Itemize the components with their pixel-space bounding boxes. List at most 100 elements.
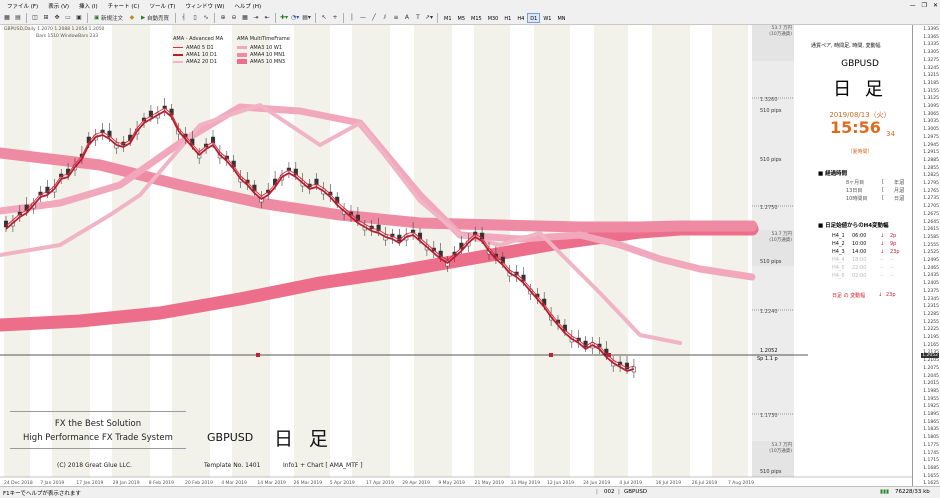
- periods-icon[interactable]: ◔▾: [290, 12, 300, 23]
- mtf-legend-title: AMA MultiTimeFrame: [237, 36, 290, 42]
- menu-item[interactable]: ウィンドウ (W): [180, 2, 229, 10]
- templates-icon[interactable]: ▤▾: [301, 12, 312, 23]
- price-tick: 1.3245: [923, 65, 939, 71]
- indicators-icon[interactable]: ✚▾: [279, 12, 289, 23]
- legend-entry: AMA5 10 MN3: [237, 58, 285, 65]
- timeframe-m30[interactable]: M30: [485, 13, 502, 23]
- price-tick: 1.1655: [923, 473, 939, 479]
- price-tick: 1.3095: [923, 104, 939, 109]
- crosshair-icon[interactable]: +: [330, 12, 340, 23]
- data-window-icon[interactable]: ⊞: [41, 12, 51, 23]
- connection-icon: ▮▮▮: [880, 489, 890, 495]
- profiles-icon[interactable]: ▤: [13, 12, 23, 23]
- new-order-label: 新規注文: [100, 15, 123, 22]
- bar-chart-icon[interactable]: ┤: [179, 12, 189, 23]
- h4-title: ■ 日足始値からのH4変動幅: [818, 223, 889, 229]
- price-tick: 1.1805: [923, 435, 939, 441]
- text-tool-icon[interactable]: A: [402, 12, 412, 23]
- menu-item[interactable]: ツール (T): [145, 2, 181, 10]
- close-icon[interactable]: ✕: [933, 2, 938, 9]
- autoscroll-icon[interactable]: ⇥: [251, 12, 261, 23]
- market-watch-icon[interactable]: ◫: [30, 12, 40, 23]
- line-chart-icon[interactable]: ∿: [201, 12, 211, 23]
- price-tick: 1.2615: [923, 227, 939, 233]
- menu-item[interactable]: ファイル (F): [2, 2, 43, 10]
- timeframe-m15[interactable]: M15: [468, 13, 485, 23]
- timeframe-h1[interactable]: H1: [501, 13, 514, 23]
- arrows-tool-icon[interactable]: ↗▾: [424, 12, 434, 23]
- weekday-band: [52, 25, 90, 477]
- price-tick: 1.3005: [923, 127, 939, 133]
- price-tick: 1.2075: [923, 365, 939, 371]
- weekday-band: [712, 25, 748, 477]
- trendline-icon[interactable]: ╱: [369, 12, 379, 23]
- menu-item[interactable]: ヘルプ (H): [229, 2, 266, 10]
- new-chart-icon[interactable]: ▦: [2, 12, 12, 23]
- day-change-label: 日足 の 変動幅: [832, 293, 866, 299]
- tester-icon[interactable]: ▣: [74, 12, 84, 23]
- zone-price: 1.2750: [760, 205, 778, 211]
- chart-area[interactable]: 24 Dec 2018 7 Jan 2019 17 Jan 2019 29 Jan 2…: [0, 25, 913, 486]
- price-tick: 1.1865: [923, 419, 939, 425]
- price-tick: 1.2165: [923, 342, 939, 348]
- watermark-symbol: GBPUSD: [207, 431, 254, 444]
- restore-icon[interactable]: ❐: [922, 2, 927, 9]
- price-tick: 1.3395: [923, 27, 939, 32]
- horizontal-line-icon[interactable]: —: [358, 12, 368, 23]
- h4-arrow: ↓: [880, 241, 885, 247]
- vertical-line-icon[interactable]: │: [347, 12, 357, 23]
- template-label: Template No. 1401: [204, 462, 261, 469]
- mt4-window: ファイル (F) 表示 (V) 挿入 (I) チャート (C) ツール (T) ウィンドウ…: [0, 0, 940, 498]
- channel-icon[interactable]: ⫽: [380, 12, 390, 23]
- elapsed-cell: ]: [902, 195, 904, 201]
- timeframe-w1[interactable]: W1: [540, 13, 554, 23]
- timeframe-h4[interactable]: H4: [514, 13, 527, 23]
- elapsed-cell: [: [882, 195, 884, 201]
- h4-name: H4_6: [832, 273, 845, 279]
- timeframe-d1[interactable]: D1: [527, 12, 541, 23]
- menu-item[interactable]: 挿入 (I): [74, 2, 103, 10]
- price-axis[interactable]: 1.3395 1.3365 1.3335 1.3305 1.3275 1.3245 1.32…: [913, 25, 940, 486]
- price-tick: 1.2105: [923, 358, 939, 364]
- h4-name: H4_2: [832, 241, 845, 247]
- zoom-in-icon[interactable]: ⊕: [218, 12, 228, 23]
- menu-item[interactable]: チャート (C): [103, 2, 145, 10]
- timeframe-m5[interactable]: M5: [455, 13, 469, 23]
- h4-name: H4_5: [832, 265, 845, 271]
- copyright-text: (C) 2018 Great Glue LLC.: [57, 462, 133, 469]
- h4-val: --: [890, 257, 894, 263]
- candle-chart-icon[interactable]: ▯: [190, 12, 200, 23]
- h4-name: H4_3: [832, 249, 845, 255]
- panel-period: 日 足: [833, 79, 887, 100]
- legend-entry: AMA2 20 D1: [173, 58, 217, 65]
- legend-entry: AMA0 5 D1: [173, 44, 217, 51]
- zone-lot: (10万通貨): [769, 449, 792, 454]
- timeframe-mn[interactable]: MN: [554, 13, 568, 23]
- auto-trading-button[interactable]: ▶ 自動売買: [138, 12, 172, 23]
- navigator-icon[interactable]: ✥: [52, 12, 62, 23]
- tile-windows-icon[interactable]: ▦: [240, 12, 250, 23]
- minimize-icon[interactable]: —: [910, 2, 916, 9]
- metaeditor-icon[interactable]: ◆: [127, 12, 137, 23]
- legend-label: AMA0 5 D1: [186, 44, 214, 51]
- menu-item[interactable]: 表示 (V): [43, 2, 74, 10]
- timeframe-m1[interactable]: M1: [441, 13, 455, 23]
- cursor-icon[interactable]: ↖: [319, 12, 329, 23]
- price-tick: 1.2045: [923, 373, 939, 379]
- terminal-icon[interactable]: ▭: [63, 12, 73, 23]
- weekday-band: [594, 25, 628, 477]
- fibo-icon[interactable]: ≡: [391, 12, 401, 23]
- price-tick: 1.2465: [923, 265, 939, 271]
- label-tool-icon[interactable]: T: [413, 12, 423, 23]
- toolbar-separator: [342, 12, 344, 23]
- weekday-band: [652, 25, 690, 477]
- elapsed-title: ■ 経過時間: [818, 171, 848, 177]
- price-line-marker: [549, 353, 553, 357]
- price-tick: 1.2855: [923, 165, 939, 171]
- zoom-out-icon[interactable]: ⊖: [229, 12, 239, 23]
- chart-shift-icon[interactable]: ⇤: [262, 12, 272, 23]
- elapsed-cell: ]: [902, 179, 904, 185]
- auto-trading-label: 自動売買: [146, 15, 169, 22]
- price-tick: 1.2345: [923, 296, 939, 302]
- new-order-button[interactable]: ▣ 新規注文: [91, 12, 126, 23]
